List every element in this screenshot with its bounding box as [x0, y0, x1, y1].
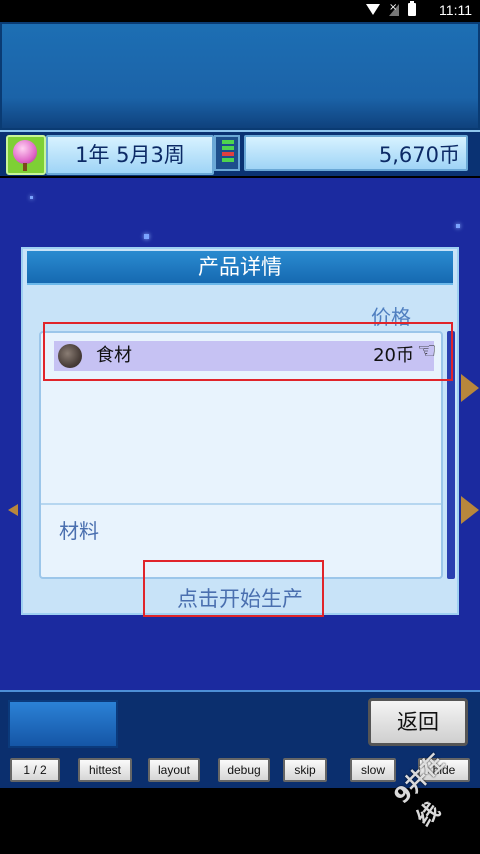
slow-button[interactable]: slow — [350, 758, 396, 782]
arrow-icon — [8, 504, 18, 516]
pointing-hand-icon: ☜ — [417, 339, 437, 364]
price-column-header: 价格 — [371, 305, 411, 329]
date-display: 1年 5月3周 — [46, 135, 214, 175]
back-button[interactable]: 返回 — [368, 698, 468, 746]
top-panel — [0, 22, 480, 132]
product-list: 食材 20币 ☜ 材料 — [39, 331, 443, 579]
materials-label: 材料 — [59, 519, 99, 543]
meter-icon — [214, 135, 240, 171]
dialog-title: 产品详情 — [27, 251, 453, 285]
scrollbar[interactable] — [447, 331, 455, 579]
arrow-icon — [461, 496, 479, 524]
tree-avatar-icon[interactable] — [6, 135, 46, 175]
item-price: 20币 — [373, 345, 414, 366]
product-details-dialog: 产品详情 价格 食材 20币 ☜ 材料 点击开始生产 — [21, 247, 459, 615]
page-button[interactable]: 1 / 2 — [10, 758, 60, 782]
bottom-slot — [8, 700, 118, 748]
status-bar: 11:11 — [0, 0, 480, 22]
arrow-icon — [461, 374, 479, 402]
no-signal-icon — [389, 2, 399, 16]
battery-icon — [408, 1, 416, 16]
divider — [41, 503, 441, 505]
clock: 11:11 — [439, 2, 472, 18]
ingredient-icon — [58, 344, 82, 368]
skip-button[interactable]: skip — [283, 758, 327, 782]
debug-button[interactable]: debug — [218, 758, 270, 782]
money-display: 5,670币 — [244, 135, 468, 171]
list-item[interactable]: 食材 20币 — [54, 341, 434, 371]
layout-button[interactable]: layout — [148, 758, 200, 782]
item-name: 食材 — [96, 345, 132, 366]
start-production-button[interactable]: 点击开始生产 — [23, 583, 457, 613]
wifi-icon — [366, 4, 380, 15]
hittest-button[interactable]: hittest — [78, 758, 132, 782]
